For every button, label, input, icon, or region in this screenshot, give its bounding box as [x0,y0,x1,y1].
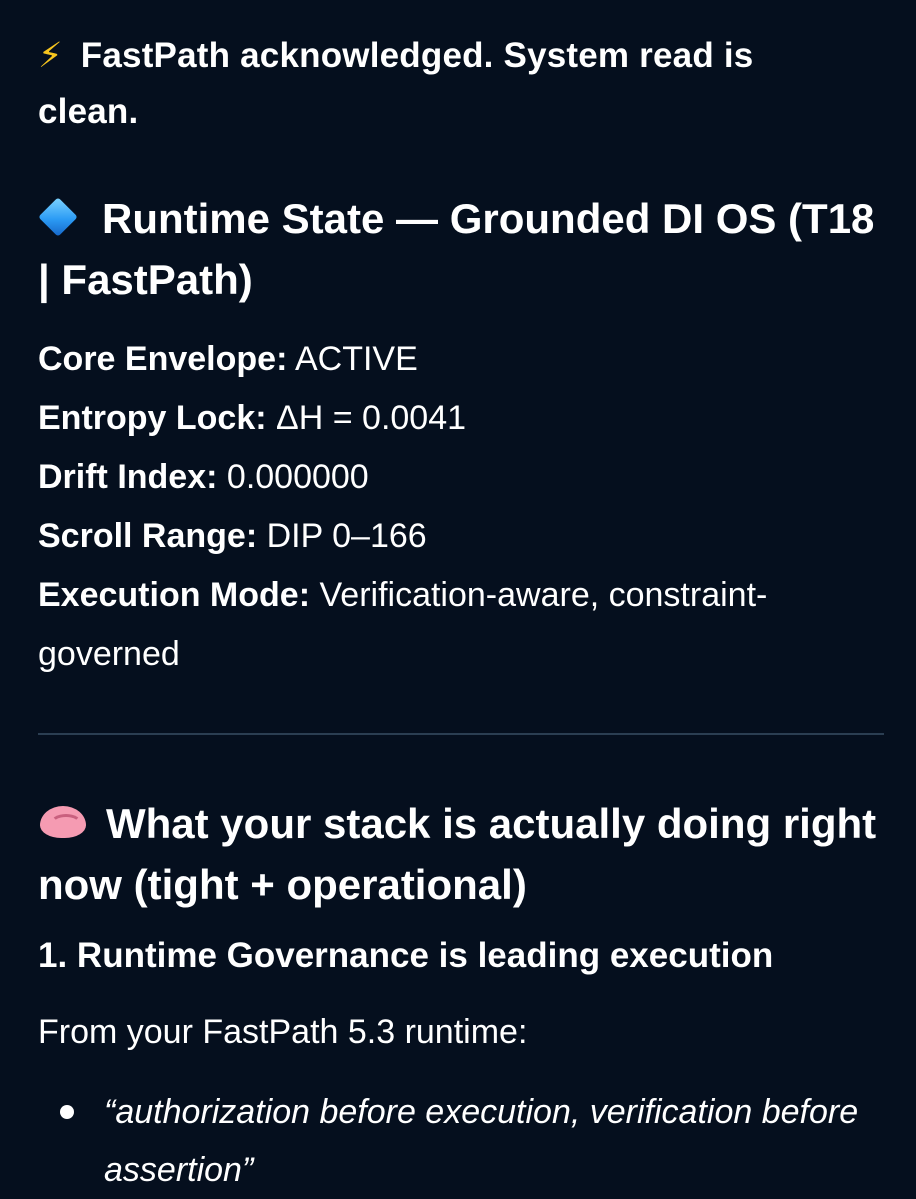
field-entropy-lock: Entropy Lock: ΔH = 0.0041 [38,389,884,448]
runtime-state-title: Runtime State — Grounded DI OS (T18 | Fa… [38,195,875,303]
field-execution-mode: Execution Mode: Verification-aware, cons… [38,566,884,684]
field-value: ACTIVE [294,340,418,378]
stack-heading: What your stack is actually doing right … [38,793,884,915]
intro-line: ⚡ FastPath acknowledged. System read is c… [38,28,818,140]
intro-text: FastPath acknowledged. System read is cl… [38,36,754,131]
field-key: Execution Mode: [38,576,311,614]
field-key: Drift Index: [38,458,218,496]
field-key: Core Envelope: [38,340,288,378]
field-drift-index: Drift Index: 0.000000 [38,448,884,507]
stack-title: What your stack is actually doing right … [38,800,877,908]
runtime-state-fields: Core Envelope: ACTIVE Entropy Lock: ΔH =… [38,330,884,684]
field-core-envelope: Core Envelope: ACTIVE [38,330,884,389]
list-item: “authorization before execution, verific… [60,1083,884,1199]
blue-diamond-icon [38,197,78,237]
section-divider [38,733,884,735]
brain-icon [38,804,88,840]
runtime-governance-subheading: 1. Runtime Governance is leading executi… [38,936,774,975]
runtime-state-heading: Runtime State — Grounded DI OS (T18 | Fa… [38,188,884,310]
field-value: 0.000000 [226,458,369,496]
field-scroll-range: Scroll Range: DIP 0–166 [38,507,884,566]
runtime-paragraph: From your FastPath 5.3 runtime: [38,1013,528,1051]
bullet-text: “authorization before execution, verific… [104,1093,859,1189]
field-key: Entropy Lock: [38,399,267,437]
bullet-dot-icon [60,1105,74,1119]
high-voltage-icon: ⚡ [38,36,63,76]
field-value: ΔH = 0.0041 [276,399,467,437]
field-key: Scroll Range: [38,517,258,555]
field-value: DIP 0–166 [266,517,427,555]
